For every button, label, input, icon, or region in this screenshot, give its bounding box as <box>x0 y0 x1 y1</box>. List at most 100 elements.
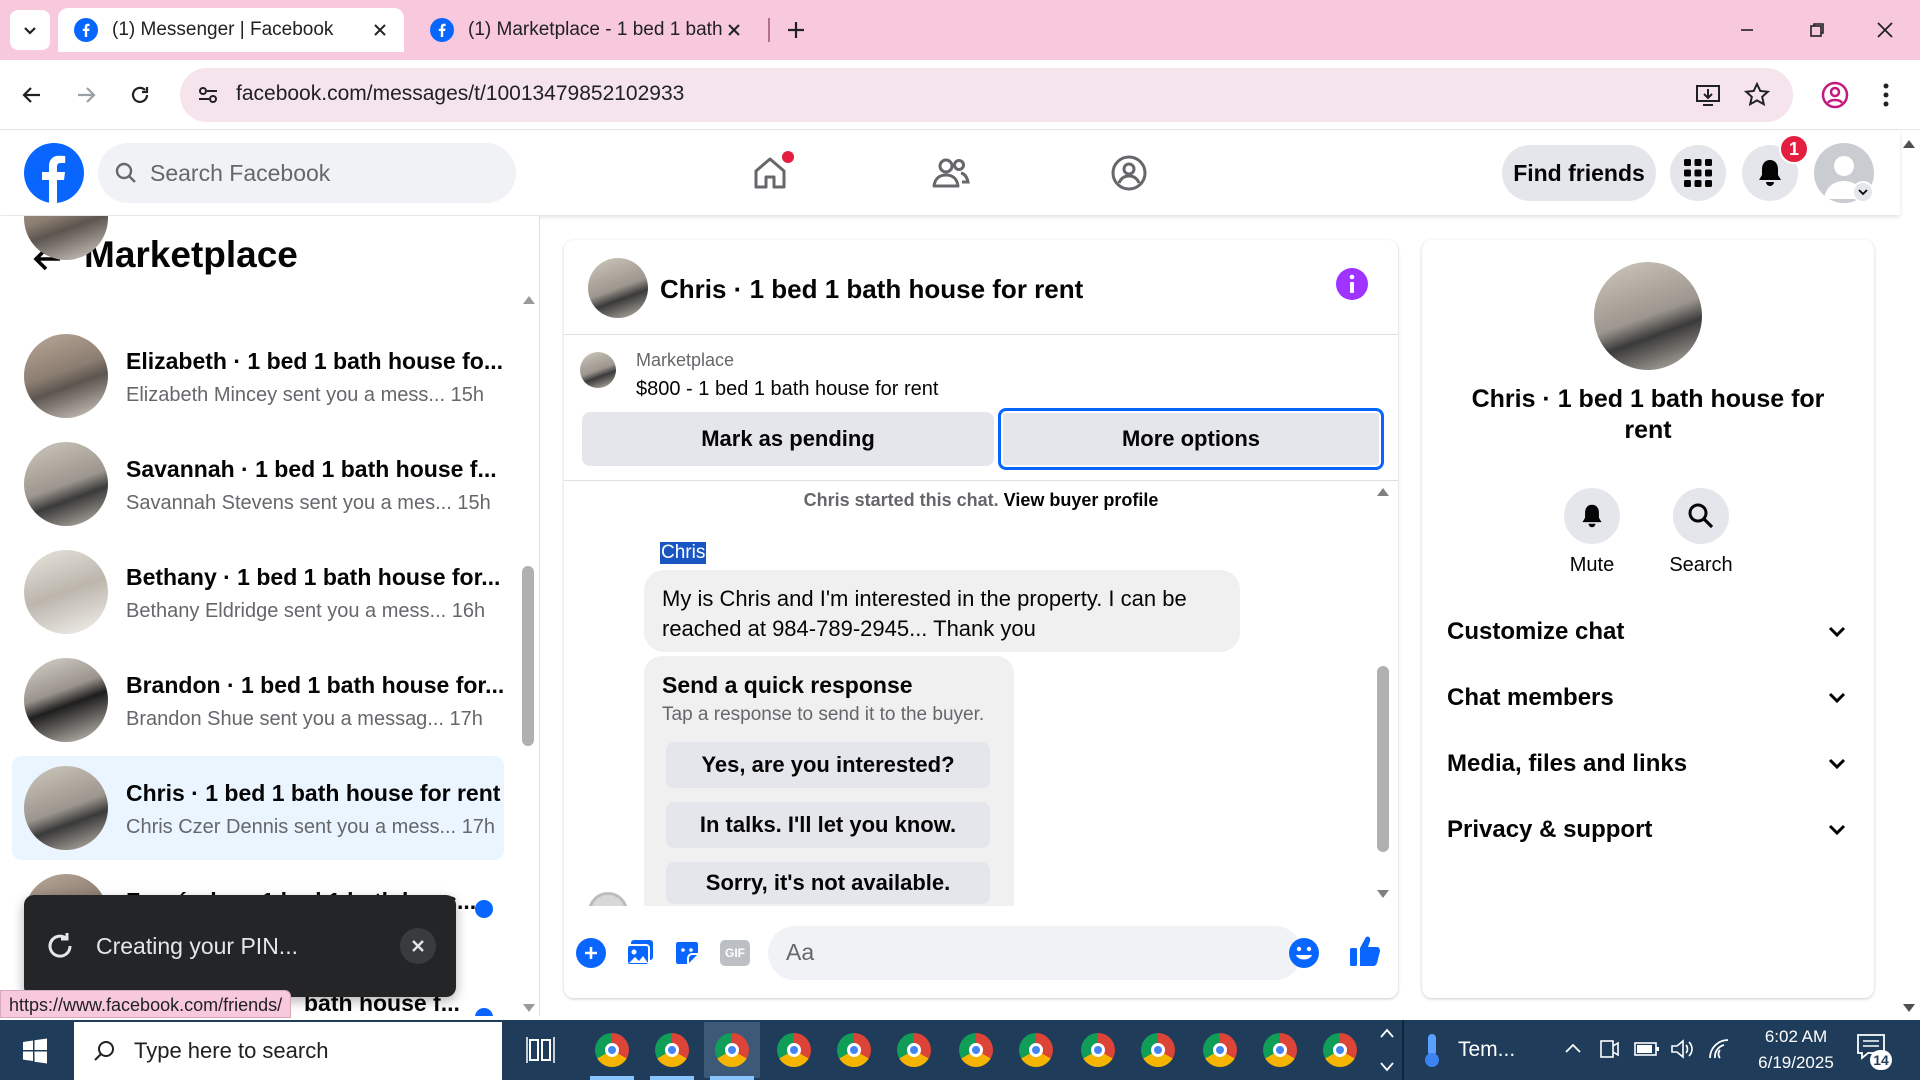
mute-action[interactable]: Mute <box>1554 488 1630 577</box>
composer-add-button[interactable] <box>576 938 606 968</box>
battery-icon[interactable] <box>1634 1040 1660 1058</box>
conversation-preview: Elizabeth Mincey sent you a mess... 15h <box>126 384 484 407</box>
account-chevron[interactable] <box>1852 181 1874 203</box>
emoji-icon[interactable] <box>1288 937 1320 969</box>
quick-reply-label: Yes, are you interested? <box>701 752 955 777</box>
mark-as-pending-button[interactable]: Mark as pending <box>582 412 994 466</box>
status-url: https://www.facebook.com/friends/ <box>9 995 283 1015</box>
message-input[interactable]: Aa <box>768 926 1319 980</box>
taskbar-chrome-app[interactable] <box>826 1022 882 1078</box>
taskbar-chrome-app[interactable] <box>1252 1022 1308 1078</box>
photo-icon[interactable] <box>624 937 656 969</box>
taskbar-chrome-app[interactable] <box>886 1022 942 1078</box>
close-icon[interactable] <box>726 22 742 38</box>
home-nav-button[interactable] <box>740 149 802 197</box>
taskbar-chrome-app[interactable] <box>1192 1022 1248 1078</box>
search-action[interactable]: Search <box>1658 488 1744 577</box>
listing-title[interactable]: $800 - 1 bed 1 bath house for rent <box>636 378 938 401</box>
chat-scrollbar-thumb[interactable] <box>1377 666 1389 852</box>
site-settings-icon[interactable] <box>196 83 220 107</box>
chat-info-button[interactable] <box>1336 268 1368 300</box>
install-app-icon[interactable] <box>1695 82 1721 108</box>
chat-profile-photo[interactable] <box>1594 262 1702 370</box>
facebook-logo-icon[interactable] <box>24 143 84 203</box>
tab-messenger[interactable]: (1) Messenger | Facebook <box>58 8 404 52</box>
taskbar-chrome-app[interactable] <box>644 1022 700 1078</box>
quick-reply-button[interactable]: Sorry, it's not available. <box>666 862 990 904</box>
preview-time: 15h <box>450 384 484 406</box>
taskbar-scroll-up-icon[interactable] <box>1380 1028 1394 1038</box>
back-arrow-icon[interactable] <box>20 83 44 107</box>
search-facebook-input[interactable]: Search Facebook <box>98 143 516 203</box>
reload-icon[interactable] <box>128 83 152 107</box>
friends-nav-button[interactable] <box>920 149 982 197</box>
profile-icon[interactable] <box>1820 80 1850 110</box>
close-icon[interactable] <box>372 22 388 38</box>
groups-nav-button[interactable] <box>1098 149 1160 197</box>
meet-now-icon[interactable] <box>1598 1038 1620 1060</box>
taskbar-chrome-app[interactable] <box>948 1022 1004 1078</box>
volume-icon[interactable] <box>1670 1038 1696 1060</box>
customize-chat-section[interactable]: Customize chat <box>1447 612 1847 652</box>
search-in-chat-button[interactable] <box>1673 488 1729 544</box>
chat-members-section[interactable]: Chat members <box>1447 678 1847 718</box>
conversation-item[interactable]: Savannah · 1 bed 1 bath house f... Savan… <box>12 432 504 536</box>
restore-button[interactable] <box>1794 12 1840 48</box>
taskbar-chrome-app-active[interactable] <box>704 1022 760 1078</box>
quick-reply-button[interactable]: Yes, are you interested? <box>666 742 990 788</box>
conversation-item[interactable]: Elizabeth · 1 bed 1 bath house fo... Eli… <box>12 324 504 428</box>
list-scroll-up-icon[interactable] <box>522 294 536 306</box>
chat-scroll-down-icon[interactable] <box>1376 888 1390 900</box>
wifi-icon[interactable] <box>1706 1036 1732 1060</box>
message-bubble[interactable]: My is Chris and I'm interested in the pr… <box>644 570 1240 652</box>
page-scroll-up-icon[interactable] <box>1902 138 1916 150</box>
bookmark-star-icon[interactable] <box>1744 82 1770 108</box>
list-scrollbar-thumb[interactable] <box>522 566 534 746</box>
like-thumbs-up-icon[interactable] <box>1348 934 1382 968</box>
clock[interactable]: 6:02 AM 6/19/2025 <box>1744 1024 1848 1076</box>
search-icon <box>94 1041 114 1061</box>
taskbar-search-placeholder: Type here to search <box>134 1038 329 1063</box>
show-hidden-icons-icon[interactable] <box>1564 1042 1582 1054</box>
media-files-links-section[interactable]: Media, files and links <box>1447 744 1847 784</box>
menu-button[interactable] <box>1670 145 1726 201</box>
mute-button[interactable] <box>1564 488 1620 544</box>
taskbar-chrome-app[interactable] <box>766 1022 822 1078</box>
toast-close-button[interactable] <box>400 928 436 964</box>
taskbar-chrome-app[interactable] <box>584 1022 640 1078</box>
task-view-icon[interactable] <box>526 1036 556 1064</box>
weather-widget[interactable]: Tem... <box>1420 1030 1515 1070</box>
taskbar-scroll-down-icon[interactable] <box>1380 1062 1394 1072</box>
kebab-menu-icon[interactable] <box>1874 82 1898 108</box>
chat-avatar[interactable] <box>588 258 648 318</box>
close-window-button[interactable] <box>1862 12 1908 48</box>
conversation-item-selected[interactable]: Chris · 1 bed 1 bath house for rent Chri… <box>12 756 504 860</box>
tab-list-dropdown-button[interactable] <box>10 10 50 50</box>
preview-time: 16h <box>451 600 486 622</box>
sticker-icon[interactable] <box>672 938 702 968</box>
address-bar[interactable]: facebook.com/messages/t/1001347985210293… <box>180 68 1793 122</box>
list-scroll-down-icon[interactable] <box>522 1002 536 1014</box>
view-buyer-profile-link[interactable]: View buyer profile <box>1004 490 1159 510</box>
more-options-button[interactable]: More options <box>998 408 1384 470</box>
minimize-button[interactable] <box>1724 12 1770 48</box>
forward-arrow-icon[interactable] <box>74 83 98 107</box>
taskbar-search-box[interactable]: Type here to search <box>74 1022 502 1080</box>
taskbar-chrome-app[interactable] <box>1312 1022 1368 1078</box>
chat-scroll-up-icon[interactable] <box>1376 486 1390 498</box>
tab-marketplace[interactable]: (1) Marketplace - 1 bed 1 bath h <box>414 8 758 52</box>
taskbar-chrome-app[interactable] <box>1008 1022 1064 1078</box>
conversation-item[interactable]: Brandon · 1 bed 1 bath house for... Bran… <box>12 648 504 752</box>
taskbar-chrome-app[interactable] <box>1070 1022 1126 1078</box>
gif-button[interactable]: GIF <box>720 940 750 966</box>
conversation-item[interactable]: Bethany · 1 bed 1 bath house for... Beth… <box>12 540 504 644</box>
taskbar-chrome-app[interactable] <box>1130 1022 1186 1078</box>
quick-reply-button[interactable]: In talks. I'll let you know. <box>666 802 990 848</box>
windows-start-icon[interactable] <box>22 1038 48 1064</box>
chat-header-title[interactable]: Chris · 1 bed 1 bath house for rent <box>660 274 1083 305</box>
page-scroll-down-icon[interactable] <box>1902 1002 1916 1014</box>
action-center-button[interactable]: 14 <box>1856 1032 1896 1072</box>
find-friends-button[interactable]: Find friends <box>1502 145 1656 201</box>
privacy-support-section[interactable]: Privacy & support <box>1447 810 1847 850</box>
new-tab-button[interactable] <box>778 12 814 48</box>
